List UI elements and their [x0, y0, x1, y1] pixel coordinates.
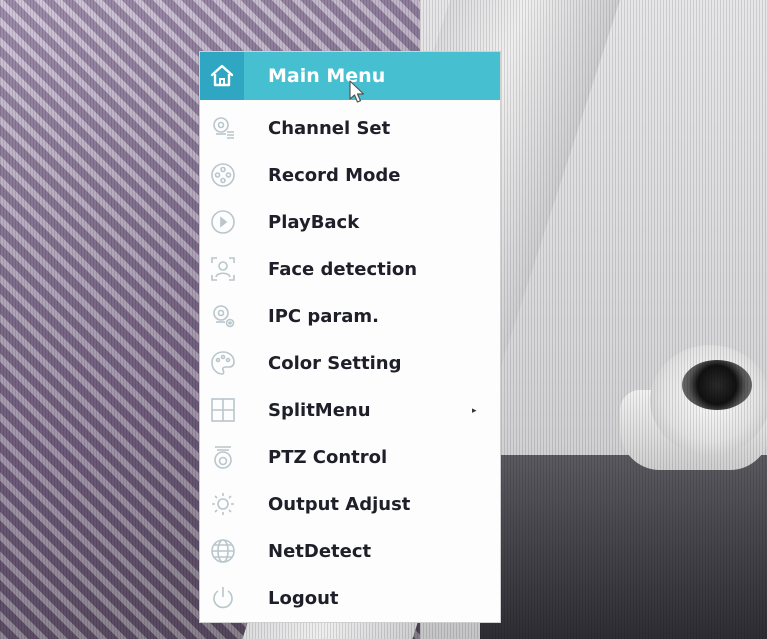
mouse-cursor-icon	[348, 80, 366, 104]
menu-item-label: Face detection	[268, 259, 418, 280]
menu-item-channel-set[interactable]: Channel Set	[200, 105, 500, 152]
menu-item-label: Logout	[268, 588, 339, 609]
grid-split-icon	[210, 397, 236, 423]
menu-item-face-detection[interactable]: Face detection	[200, 246, 500, 293]
menu-item-color-setting[interactable]: Color Setting	[200, 340, 500, 387]
menu-item-label: Record Mode	[268, 165, 401, 186]
menu-item-output-adjust[interactable]: Output Adjust	[200, 481, 500, 528]
camera-settings-icon	[210, 115, 236, 141]
record-reel-icon	[210, 162, 236, 188]
ipc-camera-gear-icon	[210, 303, 236, 329]
menu-item-playback[interactable]: PlayBack	[200, 199, 500, 246]
main-menu-header[interactable]: Main Menu	[200, 52, 500, 103]
menu-item-net-detect[interactable]: NetDetect	[200, 528, 500, 575]
main-menu-title: Main Menu	[268, 65, 386, 87]
sun-brightness-icon	[210, 491, 236, 517]
menu-item-logout[interactable]: Logout	[200, 575, 500, 622]
menu-item-label: PlayBack	[268, 212, 360, 233]
submenu-arrow-icon: ▸	[472, 405, 477, 416]
menu-item-label: IPC param.	[268, 306, 380, 327]
face-detection-icon	[210, 256, 236, 282]
ptz-camera-icon	[210, 444, 236, 470]
menu-item-label: Channel Set	[268, 118, 391, 139]
menu-item-label: SplitMenu	[268, 400, 371, 421]
palette-icon	[210, 350, 236, 376]
globe-icon	[210, 538, 236, 564]
menu-item-ptz-control[interactable]: PTZ Control	[200, 434, 500, 481]
home-icon[interactable]	[200, 52, 244, 100]
menu-item-label: NetDetect	[268, 541, 372, 562]
menu-item-label: Color Setting	[268, 353, 402, 374]
power-icon	[210, 585, 236, 611]
main-menu-panel: Main Menu Channel Set Record Mode PlayBa…	[200, 52, 500, 622]
menu-item-ipc-param[interactable]: IPC param.	[200, 293, 500, 340]
menu-item-record-mode[interactable]: Record Mode	[200, 152, 500, 199]
menu-item-label: Output Adjust	[268, 494, 411, 515]
menu-items-list: Channel Set Record Mode PlayBack Face de…	[200, 105, 500, 622]
menu-item-label: PTZ Control	[268, 447, 388, 468]
play-circle-icon	[210, 209, 236, 235]
menu-item-split-menu[interactable]: SplitMenu ▸	[200, 387, 500, 434]
